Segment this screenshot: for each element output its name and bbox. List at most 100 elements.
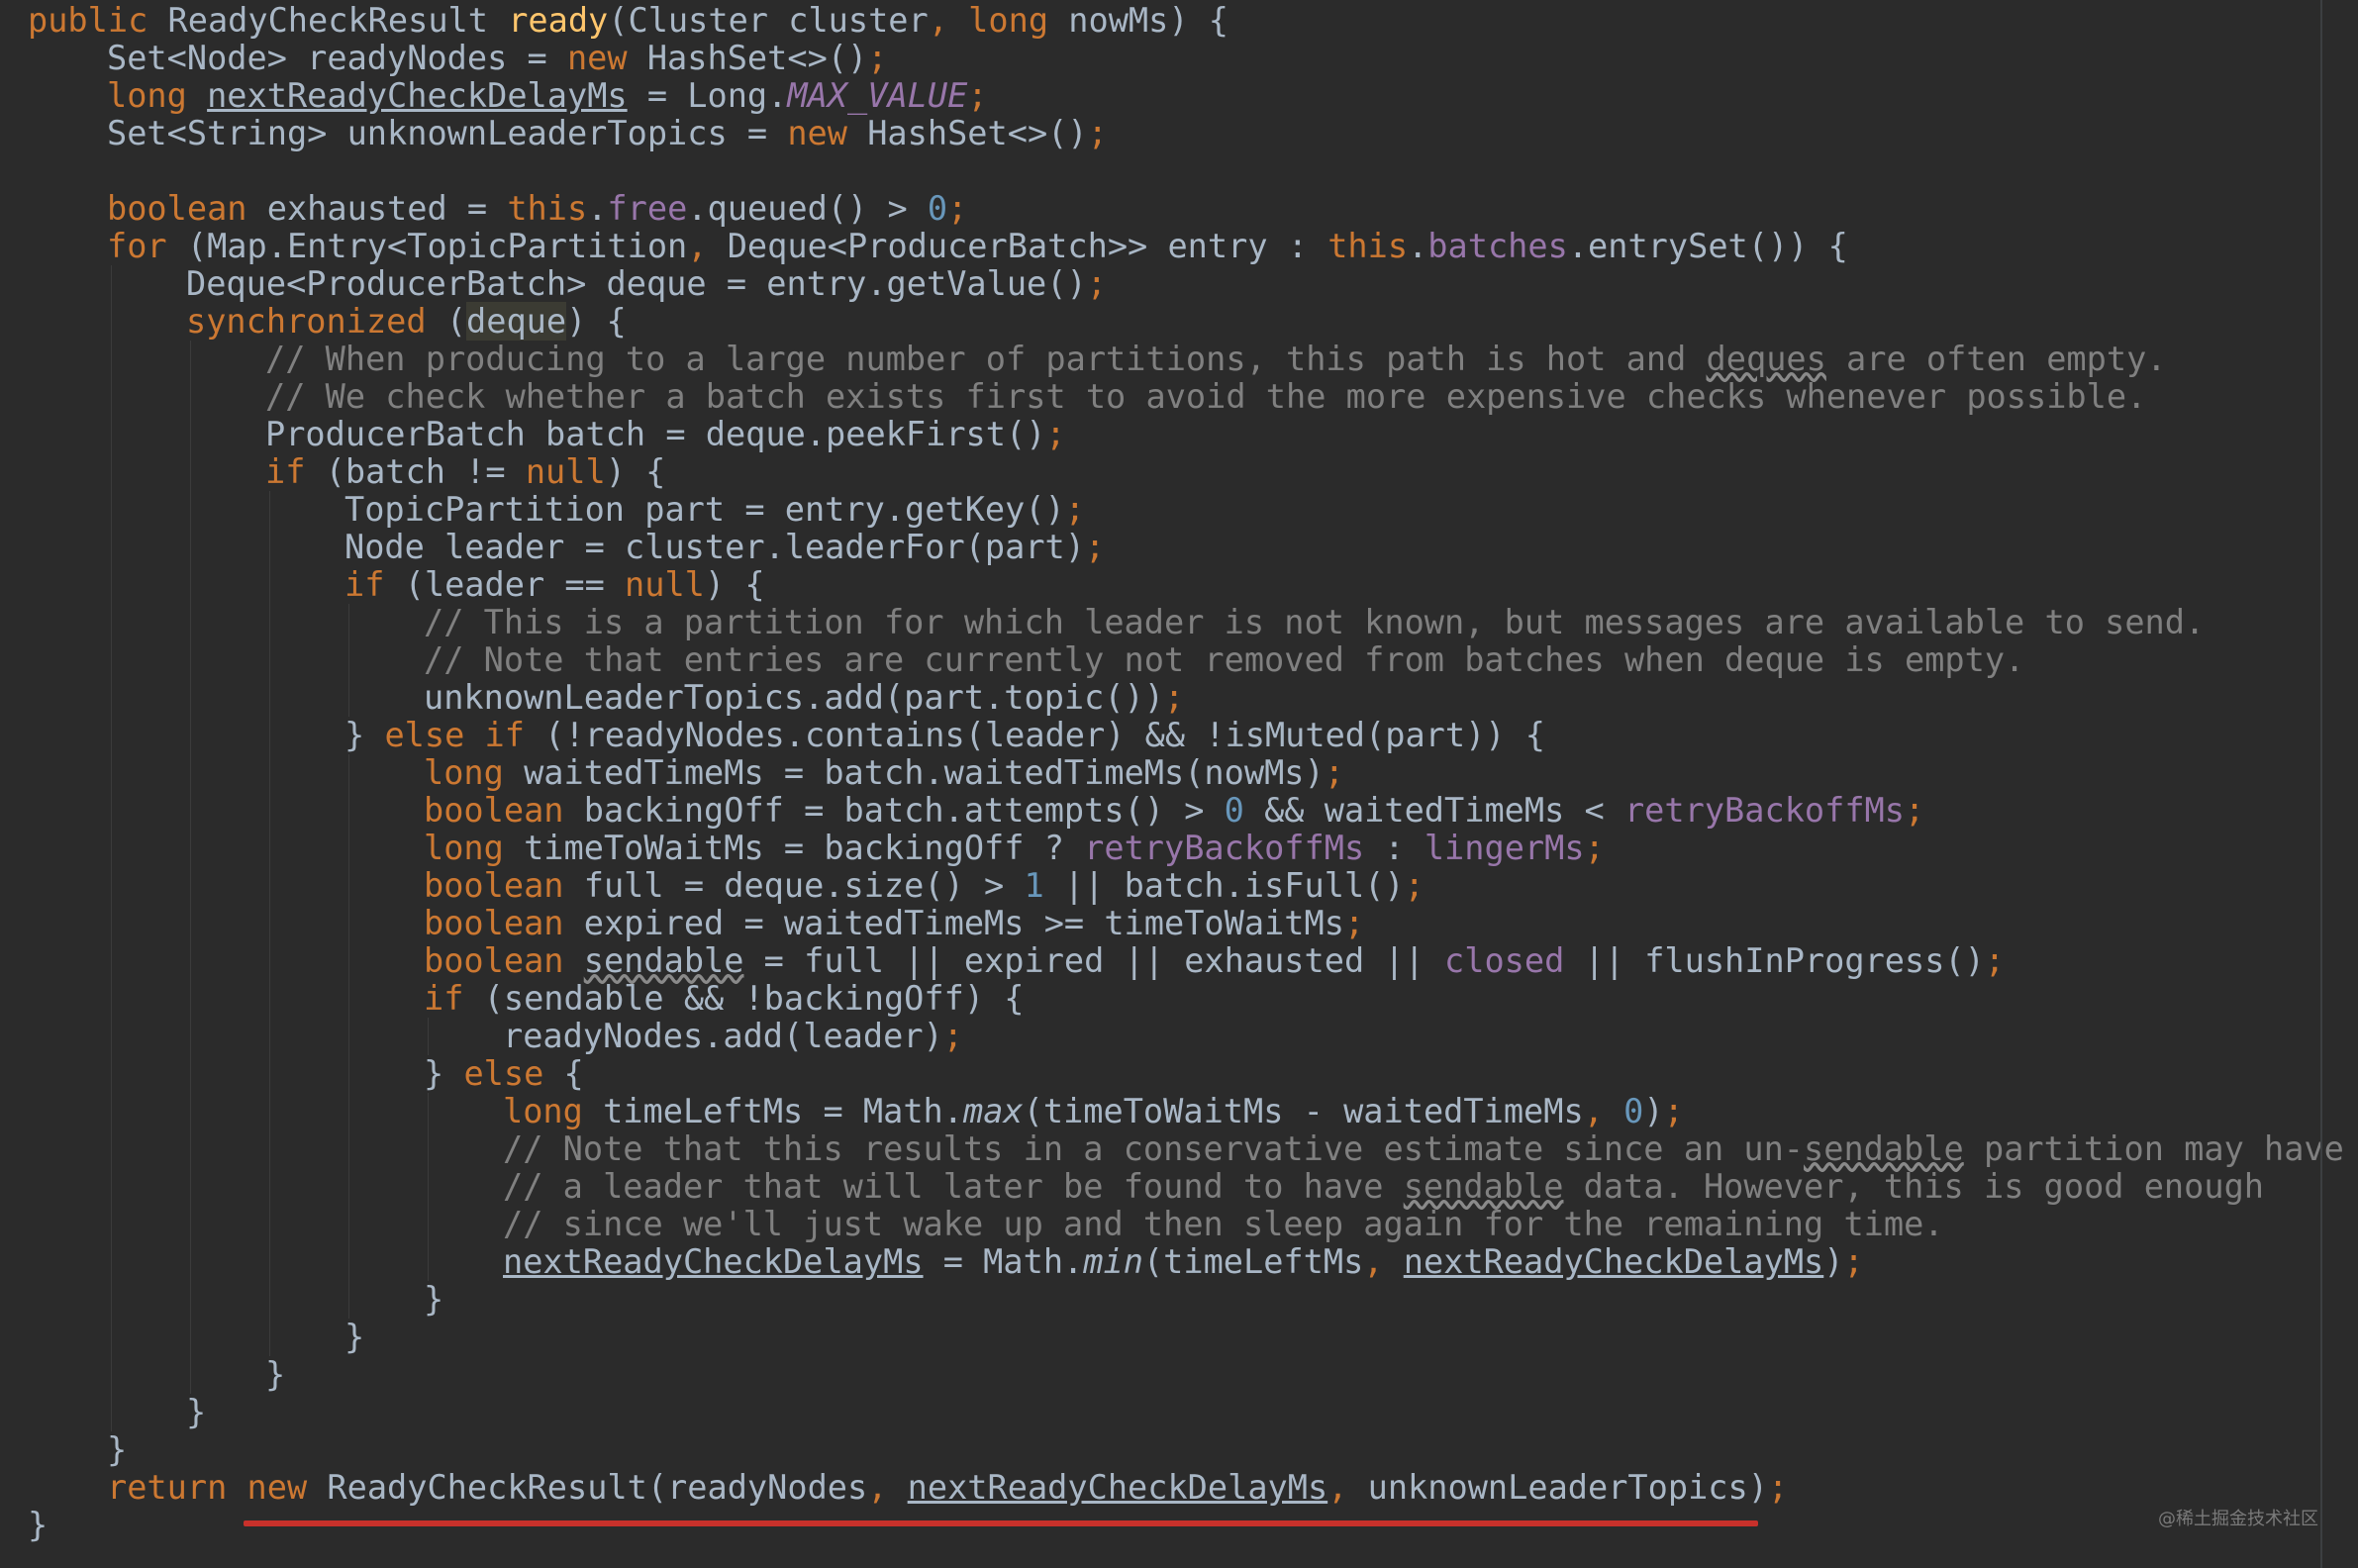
code-text: for (Map.Entry<TopicPartition, Deque<Pro… (107, 228, 1848, 265)
indent-guide (111, 341, 112, 378)
code-token: } (424, 1280, 444, 1319)
code-line[interactable]: boolean sendable = full || expired || ex… (0, 942, 2322, 980)
code-line[interactable]: } (0, 1319, 2322, 1356)
indent-guide (348, 1206, 349, 1243)
code-line[interactable]: boolean backingOff = batch.attempts() > … (0, 792, 2322, 830)
code-line[interactable]: Set<String> unknownLeaderTopics = new Ha… (0, 115, 2322, 152)
indent-guide (348, 1281, 349, 1319)
code-text: readyNodes.add(leader); (503, 1018, 963, 1055)
code-token: 0 (927, 189, 948, 228)
indent-guide (190, 1055, 191, 1093)
indent-guide (190, 641, 191, 679)
code-line[interactable]: } (0, 1356, 2322, 1394)
code-text: Set<Node> readyNodes = new HashSet<>(); (107, 40, 887, 77)
code-line[interactable]: } (0, 1281, 2322, 1319)
indent-guide (348, 1093, 349, 1130)
code-token: ; (1343, 904, 1365, 942)
indent-guide (190, 679, 191, 717)
code-token: ready (508, 1, 609, 40)
code-token: free (607, 189, 688, 228)
indent-guide (111, 604, 112, 641)
code-line[interactable]: if (batch != null) { (0, 453, 2322, 491)
code-token: Set<Node> readyNodes = (107, 39, 567, 77)
indent-guide (348, 1018, 349, 1055)
code-line[interactable]: // When producing to a large number of p… (0, 341, 2322, 378)
code-line[interactable]: for (Map.Entry<TopicPartition, Deque<Pro… (0, 228, 2322, 265)
code-token: } (265, 1355, 286, 1394)
code-token: ReadyCheckResult(readyNodes (327, 1468, 868, 1507)
indent-guide (111, 566, 112, 604)
code-token: long (503, 1092, 604, 1130)
highlight-underline (244, 1520, 1758, 1526)
indent-guide (111, 303, 112, 341)
code-token: deque (466, 302, 567, 341)
code-line[interactable]: } else { (0, 1055, 2322, 1093)
code-text: // since we'll just wake up and then sle… (503, 1206, 1944, 1243)
code-line[interactable]: synchronized (deque) { (0, 302, 2322, 341)
code-line[interactable]: // a leader that will later be found to … (0, 1168, 2322, 1206)
code-token: (timeLeftMs (1142, 1242, 1364, 1281)
code-text: // Note that this results in a conservat… (503, 1130, 2344, 1168)
indent-guide (348, 942, 349, 980)
code-token: long (424, 753, 525, 792)
editor-right-edge (2320, 0, 2322, 1568)
code-line[interactable]: if (leader == null) { (0, 566, 2322, 604)
indent-guide (190, 416, 191, 453)
code-token: ; (1086, 264, 1107, 303)
code-line[interactable]: Set<Node> readyNodes = new HashSet<>(); (0, 40, 2322, 77)
code-line[interactable]: return new ReadyCheckResult(readyNodes, … (0, 1469, 2322, 1507)
code-token: ; (1045, 415, 1066, 453)
code-line[interactable]: Node leader = cluster.leaderFor(part); (0, 529, 2322, 566)
code-line[interactable]: Deque<ProducerBatch> deque = entry.getVa… (0, 265, 2322, 303)
code-line[interactable]: unknownLeaderTopics.add(part.topic()); (0, 679, 2322, 717)
code-line[interactable]: } (0, 1394, 2322, 1431)
indent-guide (111, 1018, 112, 1055)
code-line[interactable] (0, 152, 2322, 190)
code-line[interactable]: // since we'll just wake up and then sle… (0, 1206, 2322, 1243)
code-line[interactable]: long nextReadyCheckDelayMs = Long.MAX_VA… (0, 77, 2322, 115)
code-line[interactable]: // We check whether a batch exists first… (0, 378, 2322, 416)
code-token: ; (1767, 1468, 1789, 1507)
code-line[interactable]: nextReadyCheckDelayMs = Math.min(timeLef… (0, 1243, 2322, 1281)
code-text: // When producing to a large number of p… (265, 341, 2167, 378)
code-line[interactable]: long waitedTimeMs = batch.waitedTimeMs(n… (0, 754, 2322, 792)
code-text: boolean sendable = full || expired || ex… (424, 942, 2005, 980)
code-token: sendable (1804, 1129, 1964, 1168)
code-token: sendable (1403, 1167, 1564, 1206)
code-line[interactable]: boolean expired = waitedTimeMs >= timeTo… (0, 905, 2322, 942)
indent-guide (348, 604, 349, 641)
code-line[interactable]: boolean full = deque.size() > 1 || batch… (0, 867, 2322, 905)
code-line[interactable]: // Note that this results in a conservat… (0, 1130, 2344, 1168)
indent-guide (428, 1093, 429, 1130)
indent-guide (348, 867, 349, 905)
indent-guide (348, 641, 349, 679)
code-token: HashSet<>() (867, 114, 1088, 152)
code-token: } (424, 1054, 464, 1093)
code-token: boolean (424, 791, 584, 830)
code-token: sendable (583, 941, 744, 980)
code-line[interactable]: // This is a partition for which leader … (0, 604, 2322, 641)
code-text: // Note that entries are currently not r… (424, 641, 2024, 679)
indent-guide (111, 378, 112, 416)
code-line[interactable]: // Note that entries are currently not r… (0, 641, 2322, 679)
indent-guide (111, 491, 112, 529)
code-text: } (265, 1356, 285, 1394)
code-line[interactable]: TopicPartition part = entry.getKey(); (0, 491, 2322, 529)
indent-guide (269, 529, 270, 566)
code-line[interactable]: readyNodes.add(leader); (0, 1018, 2322, 1055)
code-line[interactable]: public ReadyCheckResult ready(Cluster cl… (0, 2, 2322, 40)
code-token: ) (1643, 1092, 1664, 1130)
code-line[interactable]: } (0, 1431, 2322, 1469)
indent-guide (348, 679, 349, 717)
indent-guide (428, 1130, 429, 1168)
code-line[interactable]: long timeToWaitMs = backingOff ? retryBa… (0, 830, 2322, 867)
code-editor[interactable]: public ReadyCheckResult ready(Cluster cl… (0, 0, 2344, 1568)
code-line[interactable]: long timeLeftMs = Math.max(timeToWaitMs … (0, 1093, 2322, 1130)
indent-guide (111, 1243, 112, 1281)
code-token: && waitedTimeMs < (1243, 791, 1624, 830)
code-line[interactable]: if (sendable && !backingOff) { (0, 980, 2322, 1018)
code-token: long (424, 829, 525, 867)
code-line[interactable]: } else if (!readyNodes.contains(leader) … (0, 717, 2322, 754)
code-line[interactable]: ProducerBatch batch = deque.peekFirst(); (0, 416, 2322, 453)
code-line[interactable]: boolean exhausted = this.free.queued() >… (0, 190, 2322, 228)
